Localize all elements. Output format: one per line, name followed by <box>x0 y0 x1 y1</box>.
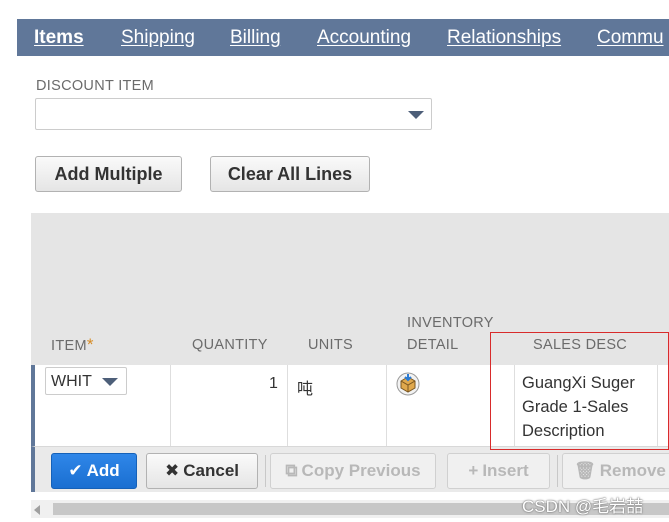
column-item-label: ITEM <box>51 338 87 354</box>
item-select[interactable]: WHIT <box>45 367 127 395</box>
copy-previous-button[interactable]: ⧉ Copy Previous <box>270 453 436 489</box>
column-header-item: ITEM* <box>51 334 94 357</box>
column-header-inventory-detail: INVENTORY DETAIL <box>407 312 494 356</box>
copy-icon: ⧉ <box>285 461 298 480</box>
close-icon: ✖ <box>165 461 180 480</box>
copy-previous-label: Copy Previous <box>301 461 421 480</box>
tab-billing[interactable]: Billing <box>230 19 281 56</box>
cell-divider <box>287 365 288 459</box>
column-header-quantity: QUANTITY <box>192 337 268 353</box>
column-inventory-line1: INVENTORY <box>407 315 494 331</box>
cell-divider <box>170 365 171 459</box>
tab-accounting[interactable]: Accounting <box>317 19 411 56</box>
discount-item-select[interactable] <box>35 98 432 130</box>
add-multiple-button[interactable]: Add Multiple <box>35 156 182 192</box>
insert-line-button[interactable]: + Insert <box>447 453 550 489</box>
subtab-bar: Items Shipping Billing Accounting Relati… <box>17 19 669 56</box>
cancel-line-label: Cancel <box>183 461 239 480</box>
units-cell[interactable]: 吨 <box>297 375 313 399</box>
remove-line-button[interactable]: 🗑 Remove <box>562 453 669 489</box>
chevron-down-icon <box>408 111 424 119</box>
inventory-box-icon[interactable] <box>396 372 420 396</box>
cancel-line-button[interactable]: ✖ Cancel <box>146 453 258 489</box>
quantity-cell[interactable]: 1 <box>269 375 278 393</box>
tab-items[interactable]: Items <box>34 19 84 56</box>
item-select-value: WHIT <box>51 373 92 390</box>
watermark: CSDN @毛岩喆 <box>522 497 644 516</box>
add-line-label: Add <box>86 461 120 480</box>
remove-line-label: Remove <box>599 461 666 480</box>
cell-divider <box>386 365 387 459</box>
checkmark-icon: ✔ <box>68 461 83 480</box>
required-mark: * <box>86 335 94 354</box>
add-line-button[interactable]: ✔ Add <box>51 453 137 489</box>
column-inventory-line2: DETAIL <box>407 337 459 353</box>
clear-all-lines-button[interactable]: Clear All Lines <box>210 156 370 192</box>
tab-communication[interactable]: Commu <box>597 19 664 56</box>
scroll-left-arrow-icon[interactable] <box>34 505 40 515</box>
toolbar-divider <box>265 455 266 487</box>
tab-relationships[interactable]: Relationships <box>447 19 561 56</box>
line-action-bar: ✔ Add ✖ Cancel ⧉ Copy Previous + Insert 🗑 Rem… <box>31 446 669 492</box>
tab-shipping[interactable]: Shipping <box>121 19 195 56</box>
highlight-box <box>490 332 669 450</box>
column-header-units: UNITS <box>308 337 353 353</box>
chevron-down-icon <box>102 378 118 386</box>
insert-line-label: Insert <box>482 461 529 480</box>
trash-icon: 🗑 <box>574 461 596 480</box>
discount-item-label: DISCOUNT ITEM <box>36 78 155 94</box>
toolbar-divider <box>557 455 558 487</box>
plus-icon: + <box>468 461 479 480</box>
